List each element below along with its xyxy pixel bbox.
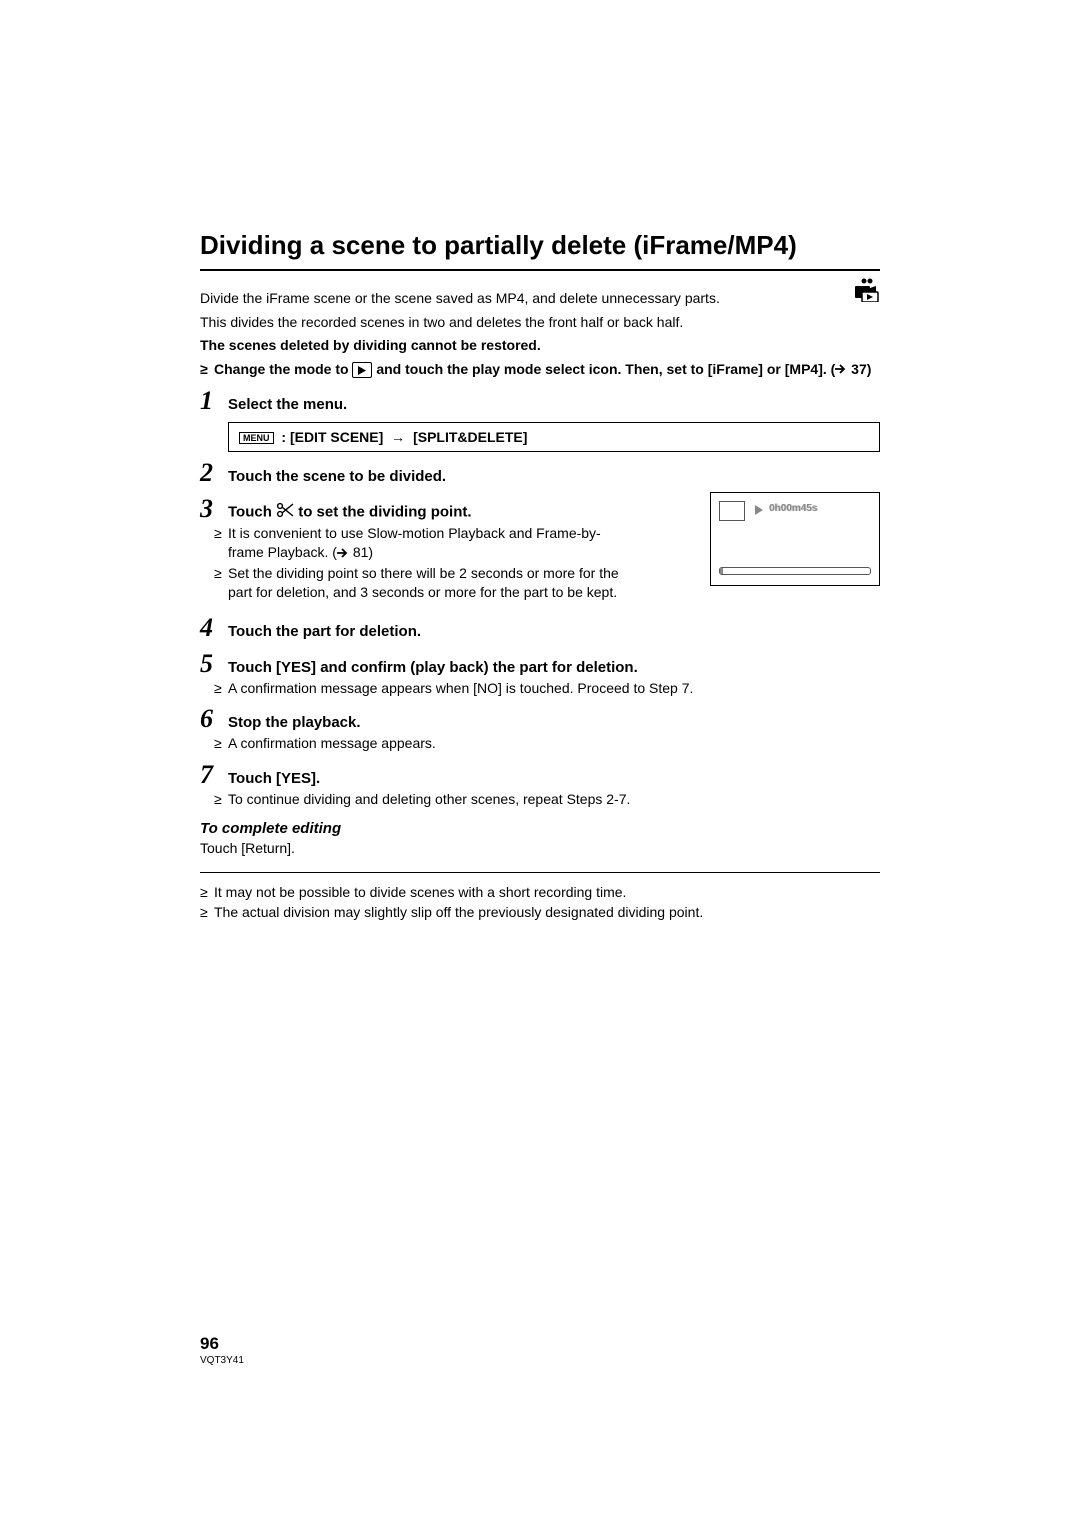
step-number: 4 bbox=[200, 613, 228, 643]
preview-thumbnail: 0h00m45s bbox=[710, 492, 880, 586]
step-3-sub-2: ≥ Set the dividing point so there will b… bbox=[214, 564, 634, 603]
step-4: 4 Touch the part for deletion. bbox=[200, 613, 880, 643]
complete-editing-title: To complete editing bbox=[200, 820, 880, 837]
intro-line-2: This divides the recorded scenes in two … bbox=[200, 313, 880, 333]
step-6: 6 Stop the playback. bbox=[200, 704, 880, 734]
complete-editing-body: Touch [Return]. bbox=[200, 839, 880, 859]
intro-line-1: Divide the iFrame scene or the scene sav… bbox=[200, 289, 880, 309]
arrow-right-icon: → bbox=[391, 429, 405, 445]
step-number: 3 bbox=[200, 494, 228, 524]
play-icon bbox=[352, 362, 372, 378]
page-title: Dividing a scene to partially delete (iF… bbox=[200, 230, 880, 271]
step-title: Stop the playback. bbox=[228, 713, 361, 733]
step-number: 2 bbox=[200, 458, 228, 488]
step-title: Touch the part for deletion. bbox=[228, 622, 421, 642]
step-title: Select the menu. bbox=[228, 395, 347, 415]
step-7: 7 Touch [YES]. bbox=[200, 760, 880, 790]
note-2: ≥ The actual division may slightly slip … bbox=[200, 903, 880, 923]
arrow-right-icon bbox=[337, 544, 349, 564]
step-5-sub-1: ≥ A confirmation message appears when [N… bbox=[214, 679, 880, 699]
prereq-pre: Change the mode to bbox=[214, 361, 352, 377]
intro-warning: The scenes deleted by dividing cannot be… bbox=[200, 336, 880, 356]
step-number: 1 bbox=[200, 386, 228, 416]
preview-frame-icon bbox=[719, 501, 745, 521]
prereq-bullet: ≥ Change the mode to and touch the play … bbox=[200, 360, 880, 380]
step-2: 2 Touch the scene to be divided. bbox=[200, 458, 880, 488]
step-title: Touch the scene to be divided. bbox=[228, 467, 446, 487]
menu-path-1: : [EDIT SCENE] bbox=[281, 429, 383, 445]
step-title: Touch to set the dividing point. bbox=[228, 502, 472, 524]
menu-button-icon: MENU bbox=[239, 432, 274, 444]
arrow-right-icon bbox=[835, 360, 847, 380]
document-code: VQT3Y41 bbox=[200, 1355, 244, 1366]
prereq-mid: and touch the play mode select icon. The… bbox=[376, 361, 835, 377]
step-number: 6 bbox=[200, 704, 228, 734]
page-footer: 96 VQT3Y41 bbox=[200, 1334, 244, 1366]
step-7-sub-1: ≥ To continue dividing and deleting othe… bbox=[214, 790, 880, 810]
divider bbox=[200, 872, 880, 873]
menu-path-box: MENU : [EDIT SCENE] → [SPLIT&DELETE] bbox=[228, 422, 880, 452]
prereq-post: 37) bbox=[847, 361, 871, 377]
page-number: 96 bbox=[200, 1334, 244, 1354]
step-5: 5 Touch [YES] and confirm (play back) th… bbox=[200, 649, 880, 679]
step-6-sub-1: ≥ A confirmation message appears. bbox=[214, 734, 880, 754]
step-3-sub-1: ≥ It is convenient to use Slow-motion Pl… bbox=[214, 524, 634, 564]
scissors-icon bbox=[276, 502, 294, 524]
note-1: ≥ It may not be possible to divide scene… bbox=[200, 883, 880, 903]
play-icon bbox=[755, 505, 763, 515]
playback-mode-icon bbox=[850, 278, 880, 302]
step-1: 1 Select the menu. bbox=[200, 386, 880, 416]
step-number: 7 bbox=[200, 760, 228, 790]
step-number: 5 bbox=[200, 649, 228, 679]
preview-progress-bar bbox=[719, 567, 871, 575]
step-title: Touch [YES]. bbox=[228, 769, 320, 789]
menu-path-2: [SPLIT&DELETE] bbox=[413, 429, 527, 445]
step-title: Touch [YES] and confirm (play back) the … bbox=[228, 658, 638, 678]
preview-timestamp: 0h00m45s bbox=[769, 503, 817, 514]
